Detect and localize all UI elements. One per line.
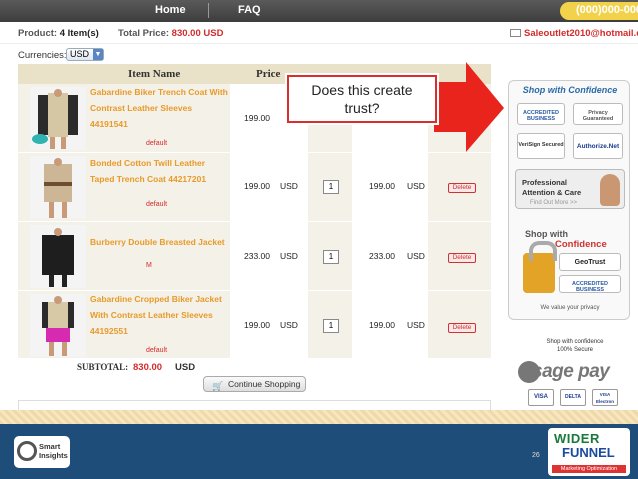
smart-insights-line2: Insights bbox=[39, 451, 68, 460]
wider-funnel-logo: WIDER FUNNEL Marketing Optimization bbox=[548, 428, 630, 476]
annotation-callout: Does this create trust? bbox=[287, 75, 437, 123]
callout-line1: Does this create bbox=[311, 82, 413, 98]
footer-stripe bbox=[0, 410, 638, 424]
wider-funnel-tagline: Marketing Optimization bbox=[552, 465, 626, 473]
page: Home FAQ (000)000-0000 Product: 4 Item(s… bbox=[0, 0, 638, 479]
smart-insights-icon bbox=[17, 441, 37, 461]
smart-insights-line1: Smart bbox=[39, 442, 61, 451]
callout-line2: trust? bbox=[344, 100, 380, 116]
page-number: 26 bbox=[532, 452, 540, 459]
slide-footer: Smart Insights 26 bbox=[0, 424, 638, 479]
funnel-text: FUNNEL bbox=[562, 445, 615, 460]
wider-text: WIDER bbox=[554, 431, 600, 446]
red-arrow-icon bbox=[434, 62, 504, 152]
smart-insights-logo: Smart Insights bbox=[14, 436, 70, 468]
